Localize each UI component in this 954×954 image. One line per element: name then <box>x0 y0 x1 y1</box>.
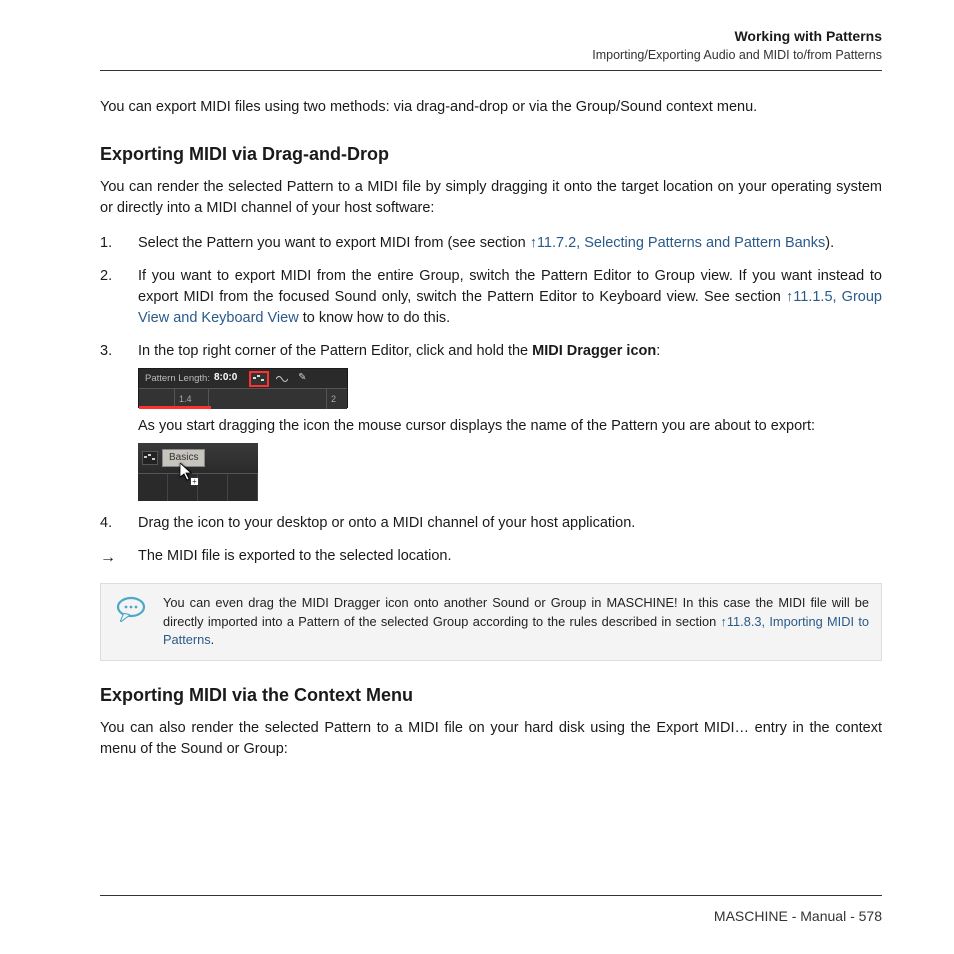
pencil-icon[interactable]: ✎ <box>295 372 309 386</box>
audio-dragger-icon[interactable] <box>275 372 289 386</box>
midi-dragger-icon[interactable] <box>249 371 269 387</box>
step-1-text-b: ). <box>825 235 834 251</box>
footer-page: 578 <box>859 908 882 924</box>
pattern-length-value: 8:0:0 <box>214 371 237 386</box>
page-footer: MASCHINE - Manual - 578 <box>714 908 882 924</box>
figure-pattern-editor: Pattern Length: 8:0:0 ✎ 1.4 <box>138 368 882 408</box>
link-selecting-patterns[interactable]: ↑11.7.2, Selecting Patterns and Pattern … <box>530 235 826 251</box>
step-1-text-a: Select the Pattern you want to export MI… <box>138 235 530 251</box>
pattern-length-label: Pattern Length: <box>145 372 210 386</box>
step-3-text-b: : <box>656 343 660 359</box>
footer-product: MASCHINE <box>714 908 788 924</box>
timeline-end: 2 <box>327 389 347 409</box>
heading-export-context: Exporting MIDI via the Context Menu <box>100 685 882 706</box>
step-2: If you want to export MIDI from the enti… <box>100 266 882 329</box>
tip-callout: You can even drag the MIDI Dragger icon … <box>100 583 882 661</box>
lead-paragraph: You can render the selected Pattern to a… <box>100 177 882 219</box>
step-3: In the top right corner of the Pattern E… <box>100 341 882 501</box>
result-arrow-icon: → <box>100 546 120 569</box>
step-3-text-a: In the top right corner of the Pattern E… <box>138 343 532 359</box>
step-4: Drag the icon to your desktop or onto a … <box>100 513 882 534</box>
step-2-text-a: If you want to export MIDI from the enti… <box>138 268 882 305</box>
speech-bubble-icon <box>113 594 149 622</box>
step-1: Select the Pattern you want to export MI… <box>100 233 882 254</box>
result-text: The MIDI file is exported to the selecte… <box>138 546 452 569</box>
chapter-title: Working with Patterns <box>100 28 882 44</box>
heading-export-drag: Exporting MIDI via Drag-and-Drop <box>100 144 882 165</box>
step-2-text-b: to know how to do this. <box>299 310 451 326</box>
header-divider <box>100 70 882 71</box>
midi-dragger-icon[interactable] <box>142 451 158 465</box>
context-menu-paragraph: You can also render the selected Pattern… <box>100 718 882 760</box>
pattern-region <box>139 406 211 409</box>
intro-paragraph: You can export MIDI files using two meth… <box>100 97 882 118</box>
figure-drag-cursor: Basics + <box>138 443 882 501</box>
callout-text-b: . <box>211 632 215 647</box>
copy-plus-icon: + <box>190 477 199 486</box>
midi-dragger-term: MIDI Dragger icon <box>532 343 656 359</box>
step-3-after: As you start dragging the icon the mouse… <box>138 416 882 437</box>
section-breadcrumb: Importing/Exporting Audio and MIDI to/fr… <box>100 48 882 62</box>
footer-doc: Manual <box>800 908 846 924</box>
footer-divider <box>100 895 882 896</box>
